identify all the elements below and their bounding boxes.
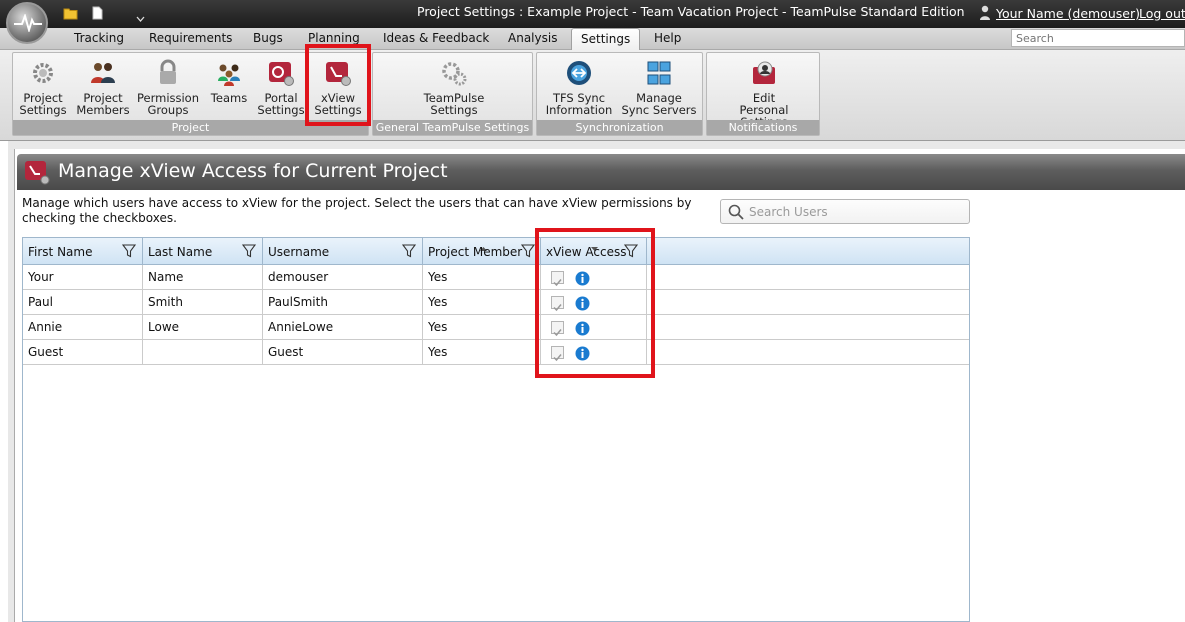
xview-settings-highlight [305, 44, 371, 126]
cell-last-name: Name [143, 265, 263, 289]
teampulse-settings-icon [440, 59, 468, 87]
cell-project-member: Yes [423, 315, 541, 339]
ribbon-group-synchronization: TFS Sync Information Manage Sync Servers… [536, 52, 703, 136]
page-title: Manage xView Access for Current Project [58, 160, 448, 182]
column-header-last-name[interactable]: Last Name [143, 238, 263, 265]
tab-bugs[interactable]: Bugs [253, 31, 283, 45]
cell-last-name [143, 340, 263, 364]
panel-header: Manage xView Access for Current Project [17, 154, 1185, 190]
cell-project-member: Yes [423, 265, 541, 289]
members-icon [89, 59, 117, 87]
page-description: Manage which users have access to xView … [22, 196, 692, 225]
tab-help[interactable]: Help [654, 31, 681, 45]
cell-first-name: Annie [23, 315, 143, 339]
title-bar: Project Settings : Example Project - Tea… [0, 0, 1185, 28]
new-document-icon[interactable] [92, 6, 103, 21]
search-users-input[interactable] [749, 203, 959, 221]
tab-settings[interactable]: Settings [571, 28, 641, 51]
tab-ideas-feedback[interactable]: Ideas & Feedback [383, 31, 489, 45]
project-settings-button[interactable]: Project Settings [17, 53, 69, 123]
tab-tracking[interactable]: Tracking [74, 31, 124, 45]
search-users-box[interactable] [720, 199, 970, 224]
project-members-button[interactable]: Project Members [76, 53, 130, 123]
tab-requirements[interactable]: Requirements [149, 31, 232, 45]
table-row[interactable]: Annie Lowe AnnieLowe Yes [23, 315, 969, 340]
app-orb-icon[interactable] [6, 2, 48, 44]
user-name-link[interactable]: Your Name (demouser) [996, 6, 1140, 21]
xview-settings-icon [24, 159, 50, 185]
column-header-first-name[interactable]: First Name [23, 238, 143, 265]
user-icon [979, 5, 991, 21]
cell-first-name: Your [23, 265, 143, 289]
cell-project-member: Yes [423, 340, 541, 364]
sync-servers-icon [645, 59, 673, 87]
column-header-label: Last Name [148, 245, 213, 259]
project-members-label: Project Members [76, 91, 130, 117]
tab-analysis[interactable]: Analysis [508, 31, 557, 45]
cell-project-member: Yes [423, 290, 541, 314]
cell-first-name: Guest [23, 340, 143, 364]
search-icon [728, 204, 744, 220]
table-row[interactable]: Guest Guest Yes [23, 340, 969, 365]
project-settings-label: Project Settings [19, 91, 67, 117]
gear-icon [29, 59, 57, 87]
column-header-username[interactable]: Username [263, 238, 423, 265]
column-header-project-member[interactable]: Project Member [423, 238, 541, 265]
filter-icon[interactable] [520, 244, 536, 258]
ribbon-group-label: General TeamPulse Settings [373, 120, 532, 135]
cell-username: Guest [263, 340, 423, 364]
portal-settings-button[interactable]: Portal Settings [257, 53, 305, 123]
folder-icon[interactable] [63, 6, 78, 21]
ribbon-group-label: Notifications [707, 120, 819, 135]
ribbon-group-label: Synchronization [537, 120, 702, 135]
teams-icon [215, 59, 243, 87]
cell-last-name: Smith [143, 290, 263, 314]
edit-personal-settings-button[interactable]: Edit Personal Settings [725, 53, 803, 128]
ribbon-tab-bar: Tracking Requirements Bugs Planning Idea… [0, 28, 1185, 51]
teams-button[interactable]: Teams [205, 53, 253, 123]
personal-settings-icon [750, 59, 778, 87]
filter-icon[interactable] [241, 244, 257, 258]
portal-settings-label: Portal Settings [257, 91, 305, 117]
tfs-sync-icon [565, 59, 593, 87]
xview-access-highlight [535, 228, 655, 378]
global-search-input[interactable] [1011, 29, 1185, 47]
tab-planning[interactable]: Planning [308, 31, 360, 45]
teampulse-settings-button[interactable]: TeamPulse Settings [423, 53, 485, 123]
ribbon-group-notifications: Edit Personal Settings Notifications [706, 52, 820, 136]
column-header-label: Project Member [428, 245, 523, 259]
cell-last-name: Lowe [143, 315, 263, 339]
table-row[interactable]: Paul Smith PaulSmith Yes [23, 290, 969, 315]
tfs-sync-information-label: TFS Sync Information [545, 91, 613, 117]
lock-icon [154, 59, 182, 87]
users-grid: First Name Last Name Username Project Me… [22, 237, 970, 622]
portal-settings-icon [267, 59, 295, 87]
table-row[interactable]: Your Name demouser Yes [23, 265, 969, 290]
tfs-sync-information-button[interactable]: TFS Sync Information [546, 53, 612, 123]
manage-sync-servers-button[interactable]: Manage Sync Servers [621, 53, 697, 123]
sort-icon [480, 240, 487, 251]
manage-sync-servers-label: Manage Sync Servers [621, 91, 697, 117]
permission-groups-label: Permission Groups [136, 91, 200, 117]
filter-icon[interactable] [121, 244, 137, 258]
ribbon-group-general: TeamPulse Settings General TeamPulse Set… [372, 52, 533, 136]
grid-header: First Name Last Name Username Project Me… [23, 238, 969, 265]
cell-username: PaulSmith [263, 290, 423, 314]
permission-groups-button[interactable]: Permission Groups [137, 53, 199, 123]
teams-label: Teams [210, 91, 248, 105]
filter-icon[interactable] [401, 244, 417, 258]
ribbon: Project Settings Project Members Permiss… [0, 44, 1185, 141]
cell-username: demouser [263, 265, 423, 289]
cell-username: AnnieLowe [263, 315, 423, 339]
window-title: Project Settings : Example Project - Tea… [417, 4, 965, 19]
column-header-label: Username [268, 245, 330, 259]
teampulse-settings-label: TeamPulse Settings [423, 91, 485, 117]
column-header-label: First Name [28, 245, 93, 259]
cell-first-name: Paul [23, 290, 143, 314]
logout-link[interactable]: Log out [1139, 6, 1185, 21]
dropdown-icon[interactable] [136, 11, 145, 26]
